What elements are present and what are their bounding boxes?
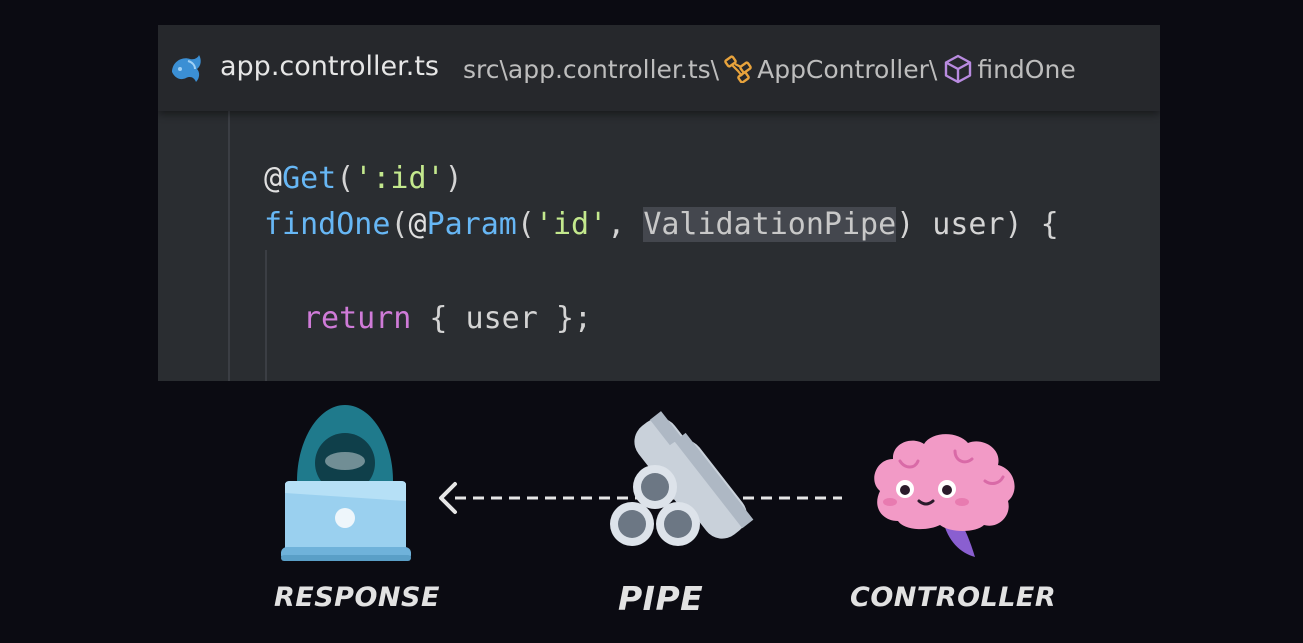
- validation-pipe-highlight: ValidationPipe: [643, 207, 897, 242]
- breadcrumb-method[interactable]: findOne: [977, 55, 1075, 84]
- nestjs-icon: [172, 55, 201, 82]
- route-string: ':id': [354, 161, 445, 196]
- code-line-decorator[interactable]: @Get(':id'): [264, 161, 463, 196]
- get-decorator: Get: [282, 161, 337, 196]
- paren: (: [390, 207, 409, 242]
- pipes-icon: [610, 411, 754, 546]
- comma: ,: [607, 207, 644, 242]
- brain-icon: [874, 434, 1015, 557]
- code-line-return[interactable]: return { user };: [303, 301, 592, 336]
- method-name: findOne: [264, 207, 391, 242]
- pipe-label: PIPE: [618, 579, 704, 618]
- breadcrumb-path[interactable]: src\app.controller.ts\: [463, 55, 719, 84]
- code-line-method[interactable]: findOne(@Param('id', ValidationPipe) use…: [264, 207, 1059, 242]
- request-flow-diagram: RESPONSE PIPE CONTROLLER: [0, 381, 1303, 643]
- indent-guide: [228, 111, 230, 381]
- editor-tab-bar: app.controller.ts src\app.controller.ts\…: [158, 25, 1160, 111]
- controller-label: CONTROLLER: [850, 582, 1057, 613]
- param-string: 'id': [534, 207, 608, 242]
- code-rest: { user };: [411, 301, 592, 336]
- indent-guide: [265, 250, 267, 381]
- hacker-laptop-icon: [281, 405, 411, 561]
- code-editor: app.controller.ts src\app.controller.ts\…: [158, 25, 1160, 381]
- at-sign: @: [408, 207, 427, 242]
- response-label: RESPONSE: [274, 582, 440, 613]
- tab-filename[interactable]: app.controller.ts: [220, 51, 439, 82]
- at-sign: @: [264, 161, 283, 196]
- breadcrumb: src\app.controller.ts\ AppController\ fi…: [463, 54, 1076, 84]
- class-icon: [724, 55, 752, 83]
- breadcrumb-class[interactable]: AppController\: [757, 55, 937, 84]
- return-keyword: return: [303, 301, 412, 336]
- paren: (: [336, 161, 355, 196]
- code-rest: ) user) {: [896, 207, 1059, 242]
- paren: (: [516, 207, 535, 242]
- method-cube-icon: [945, 54, 972, 84]
- param-decorator: Param: [426, 207, 517, 242]
- paren: ): [444, 161, 463, 196]
